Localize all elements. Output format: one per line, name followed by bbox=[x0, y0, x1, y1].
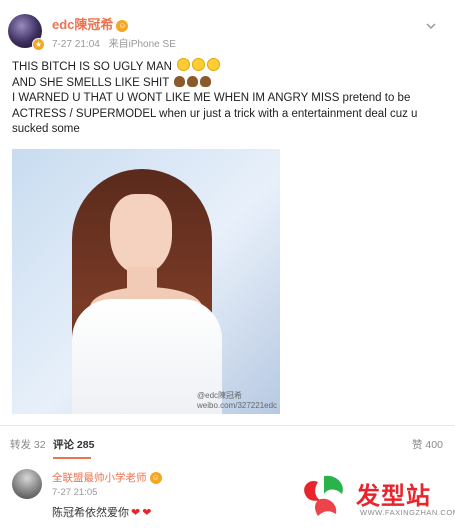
verified-badge-icon: ★ bbox=[32, 38, 45, 51]
post-photo[interactable]: @edc陳冠希 weibo.com/327221edc bbox=[12, 149, 280, 414]
like-tab[interactable]: 赞 400 bbox=[412, 437, 443, 452]
post-line-2: AND SHE SMELLS LIKE SHIT bbox=[12, 75, 444, 92]
scream-emoji-icon bbox=[192, 58, 206, 71]
logo-url: WWW.FAXINGZHAN.COM bbox=[360, 508, 455, 517]
post-line-1: THIS BITCH IS SO UGLY MAN bbox=[12, 58, 444, 76]
scream-emoji-icon bbox=[207, 58, 221, 71]
photo-face bbox=[110, 194, 172, 274]
action-bar: 转发 32 评论 285 赞 400 bbox=[0, 425, 455, 462]
comment-tab[interactable]: 评论 285 bbox=[53, 437, 94, 452]
heart-icon: ❤ bbox=[131, 507, 141, 519]
repost-tab[interactable]: 转发 32 bbox=[10, 437, 46, 452]
comment-avatar[interactable] bbox=[12, 469, 42, 499]
heart-icon: ❤ bbox=[142, 507, 152, 519]
post-meta: 7-27 21:04 来自iPhone SE bbox=[52, 35, 182, 50]
chevron-down-icon[interactable] bbox=[425, 20, 437, 32]
post-username-text[interactable]: edc陳冠希 bbox=[52, 17, 113, 32]
post-source: 来自iPhone SE bbox=[108, 39, 176, 50]
logo-text: 发型站 bbox=[356, 482, 431, 510]
post-line-3: I WARNED U THAT U WONT LIKE ME WHEN IM A… bbox=[12, 92, 418, 135]
comment-text: 陈冠希依然爱你 ❤ ❤ bbox=[52, 507, 152, 519]
comment-username[interactable]: 全联盟最帅小学老师 ☺ bbox=[52, 470, 162, 485]
member-badge-icon: ☺ bbox=[116, 20, 129, 32]
poo-emoji-icon bbox=[187, 75, 199, 87]
active-tab-indicator bbox=[53, 457, 91, 459]
scream-emoji-icon bbox=[177, 58, 191, 71]
post-time: 7-27 21:04 bbox=[52, 39, 100, 50]
flower-logo-icon bbox=[304, 475, 343, 516]
photo-watermark: @edc陳冠希 weibo.com/327221edc bbox=[197, 391, 278, 410]
poo-emoji-icon bbox=[200, 75, 212, 87]
member-badge-icon: ☺ bbox=[149, 472, 162, 484]
post-username[interactable]: edc陳冠希 ☺ bbox=[52, 14, 129, 33]
weibo-post: ★ edc陳冠希 ☺ 7-27 21:04 来自iPhone SE THIS BI… bbox=[0, 0, 455, 425]
poo-emoji-icon bbox=[174, 75, 186, 87]
post-body: THIS BITCH IS SO UGLY MAN AND SHE SMELLS… bbox=[12, 58, 444, 138]
comment-time: 7-27 21:05 bbox=[52, 487, 98, 498]
site-watermark-logo: 发型站 WWW.FAXINGZHAN.COM bbox=[296, 470, 455, 526]
